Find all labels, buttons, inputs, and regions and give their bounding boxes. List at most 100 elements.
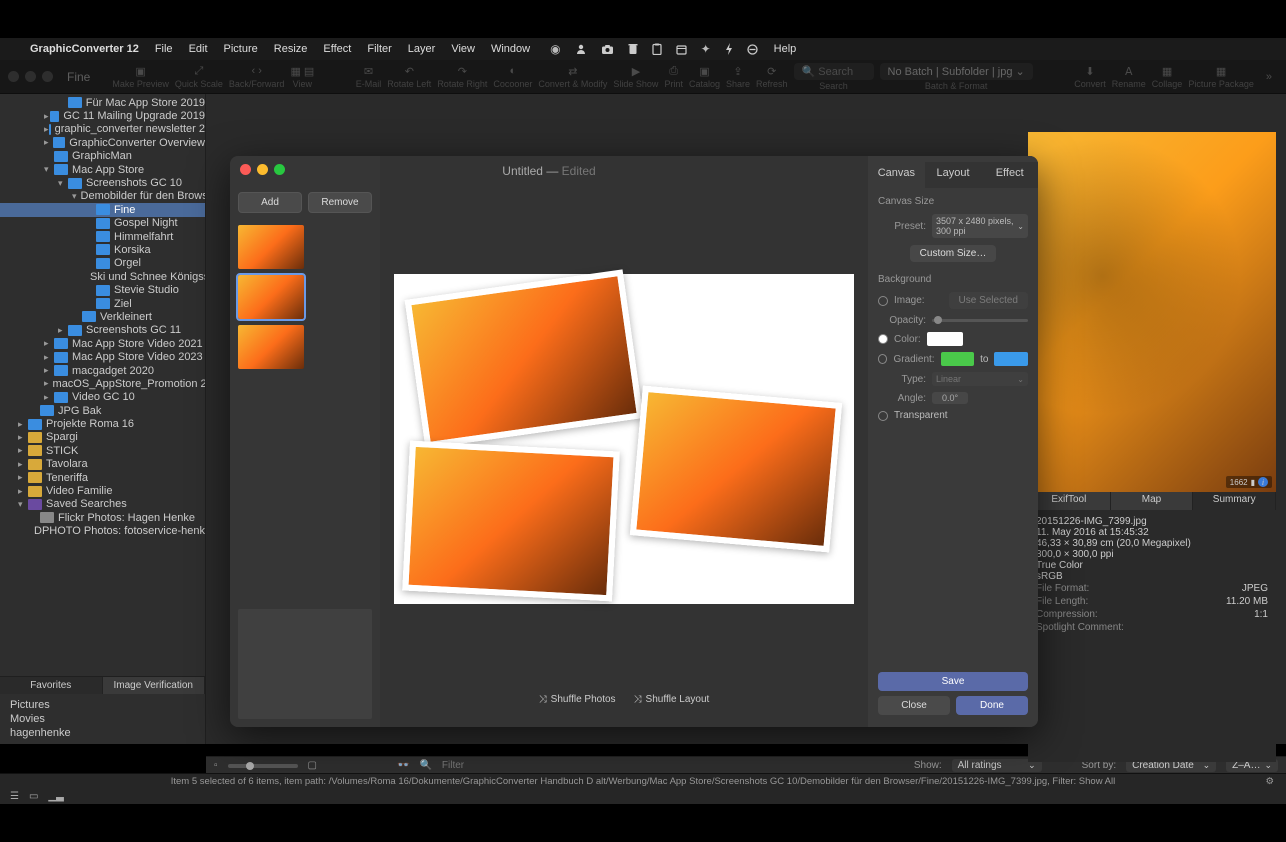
thumbnail[interactable] <box>238 325 304 369</box>
transparent-radio[interactable] <box>878 411 888 421</box>
app-menu[interactable]: GraphicConverter 12 <box>30 43 139 55</box>
convert-button[interactable]: ⬇Convert <box>1074 64 1106 89</box>
menu-file[interactable]: File <box>155 43 173 55</box>
batch-format-dropdown[interactable]: No Batch | Subfolder | jpg ⌄Batch & Form… <box>880 63 1033 91</box>
thumbnail-size-slider[interactable] <box>228 764 298 768</box>
camera-icon[interactable] <box>601 42 614 56</box>
folder-row[interactable]: ▸Projekte Roma 16 <box>0 417 205 430</box>
window-controls[interactable] <box>8 71 53 82</box>
thumbnail[interactable] <box>238 225 304 269</box>
add-button[interactable]: Add <box>238 192 302 213</box>
layout-tab[interactable]: Layout <box>925 162 982 188</box>
remove-button[interactable]: Remove <box>308 192 372 213</box>
folder-row[interactable]: Ski und Schnee Königss <box>0 270 205 283</box>
rotate-right-button[interactable]: ↷Rotate Right <box>437 64 487 89</box>
clipboard-icon[interactable] <box>652 42 662 56</box>
gradient-from-swatch[interactable] <box>941 352 975 366</box>
folder-row[interactable]: Flickr Photos: Hagen Henke <box>0 511 205 524</box>
folder-row[interactable]: Korsika <box>0 243 205 256</box>
save-button[interactable]: Save <box>878 672 1028 691</box>
gradient-radio[interactable] <box>878 354 887 364</box>
folder-row[interactable]: Stevie Studio <box>0 283 205 296</box>
folder-row[interactable]: Gospel Night <box>0 217 205 230</box>
folder-row[interactable]: ▸Video GC 10 <box>0 391 205 404</box>
thumbnail[interactable] <box>238 275 304 319</box>
chart-icon[interactable]: ▁▃ <box>48 791 63 802</box>
share-button[interactable]: ⇪Share <box>726 64 750 89</box>
folder-tree[interactable]: Für Mac App Store 2019▸GC 11 Mailing Upg… <box>0 94 205 676</box>
catalog-button[interactable]: ▣Catalog <box>689 64 720 89</box>
menu-resize[interactable]: Resize <box>274 43 308 55</box>
preset-dropdown[interactable]: 3507 x 2480 pixels, 300 ppi <box>932 214 1028 238</box>
collage-button[interactable]: ▦Collage <box>1152 64 1183 89</box>
custom-size-button[interactable]: Custom Size… <box>910 245 997 262</box>
folder-row[interactable]: JPG Bak <box>0 404 205 417</box>
cocooner-button[interactable]: ◐Cocooner <box>493 64 532 89</box>
quick-scale-button[interactable]: ⤢Quick Scale <box>175 64 223 89</box>
slideshow-button[interactable]: ▶Slide Show <box>613 64 658 89</box>
menu-filter[interactable]: Filter <box>367 43 391 55</box>
filter-input[interactable]: Filter <box>442 760 464 771</box>
folder-row[interactable]: ▸Tavolara <box>0 458 205 471</box>
folder-row[interactable]: Ziel <box>0 297 205 310</box>
no-entry-icon[interactable] <box>747 42 758 56</box>
folder-row[interactable]: Fine <box>0 203 205 216</box>
toolbar-overflow[interactable]: » <box>1260 71 1278 83</box>
exiftool-tab[interactable]: ExifTool <box>1028 492 1111 510</box>
shuffle-photos-button[interactable]: ⤨ Shuffle Photos <box>539 694 616 705</box>
trash-icon[interactable] <box>628 42 638 56</box>
menu-help[interactable]: Help <box>774 43 797 55</box>
favorite-item[interactable]: Movies <box>6 712 199 726</box>
window-icon[interactable]: ▭ <box>29 791 38 802</box>
menu-view[interactable]: View <box>451 43 475 55</box>
folder-row[interactable]: ▸GC 11 Mailing Upgrade 2019 <box>0 109 205 122</box>
glasses-icon[interactable]: 👓 <box>397 760 409 771</box>
thumb-large-icon[interactable]: ▢ <box>308 760 317 771</box>
color-radio[interactable] <box>878 334 888 344</box>
menu-layer[interactable]: Layer <box>408 43 436 55</box>
email-button[interactable]: ✉E-Mail <box>356 64 382 89</box>
folder-row[interactable]: DPHOTO Photos: fotoservice-henke <box>0 525 205 538</box>
make-preview-button[interactable]: ▣Make Preview <box>112 64 169 89</box>
calendar-icon[interactable] <box>676 42 687 56</box>
folder-row[interactable]: ▸macOS_AppStore_Promotion 2 <box>0 377 205 390</box>
folder-row[interactable]: Verkleinert <box>0 310 205 323</box>
wand-icon[interactable]: ✦ <box>701 42 711 56</box>
bolt-icon[interactable] <box>725 42 733 56</box>
image-verification-tab[interactable]: Image Verification <box>103 677 206 694</box>
image-radio[interactable] <box>878 296 888 306</box>
folder-row[interactable]: ▾Mac App Store <box>0 163 205 176</box>
shuffle-layout-button[interactable]: ⤨ Shuffle Layout <box>634 694 710 705</box>
folder-row[interactable]: ▸GraphicConverter Overview <box>0 136 205 149</box>
folder-row[interactable]: Für Mac App Store 2019 <box>0 96 205 109</box>
folder-row[interactable]: Orgel <box>0 257 205 270</box>
back-forward-button[interactable]: ‹ ›Back/Forward <box>229 64 285 89</box>
status-gear-icon[interactable]: ⚙ <box>1265 776 1274 787</box>
folder-row[interactable]: ▾Screenshots GC 10 <box>0 176 205 189</box>
menu-effect[interactable]: Effect <box>323 43 351 55</box>
print-button[interactable]: ⎙Print <box>664 64 683 89</box>
map-tab[interactable]: Map <box>1111 492 1194 510</box>
folder-row[interactable]: Himmelfahrt <box>0 230 205 243</box>
menu-window[interactable]: Window <box>491 43 530 55</box>
canvas-tab[interactable]: Canvas <box>868 162 925 188</box>
folder-row[interactable]: ▸Screenshots GC 11 <box>0 324 205 337</box>
folder-row[interactable]: ▸macgadget 2020 <box>0 364 205 377</box>
folder-row[interactable]: ▸Mac App Store Video 2023 <box>0 350 205 363</box>
collage-photo[interactable] <box>405 269 644 448</box>
info-icon[interactable]: i <box>1258 477 1268 487</box>
collage-photo[interactable] <box>630 386 842 553</box>
menu-picture[interactable]: Picture <box>224 43 258 55</box>
search-icon[interactable]: 🔍 <box>419 760 431 771</box>
folder-row[interactable]: ▸Teneriffa <box>0 471 205 484</box>
done-button[interactable]: Done <box>956 696 1028 715</box>
favorite-item[interactable]: hagenhenke <box>6 726 199 740</box>
refresh-button[interactable]: ⟳Refresh <box>756 64 788 89</box>
person-icon[interactable] <box>575 42 587 56</box>
thumb-small-icon[interactable]: ▫ <box>214 760 218 771</box>
record-icon[interactable]: ◉ <box>550 42 560 56</box>
rotate-left-button[interactable]: ↶Rotate Left <box>387 64 431 89</box>
close-button[interactable]: Close <box>878 696 950 715</box>
search-field[interactable]: 🔍 SearchSearch <box>794 63 874 91</box>
color-swatch[interactable] <box>927 332 963 346</box>
